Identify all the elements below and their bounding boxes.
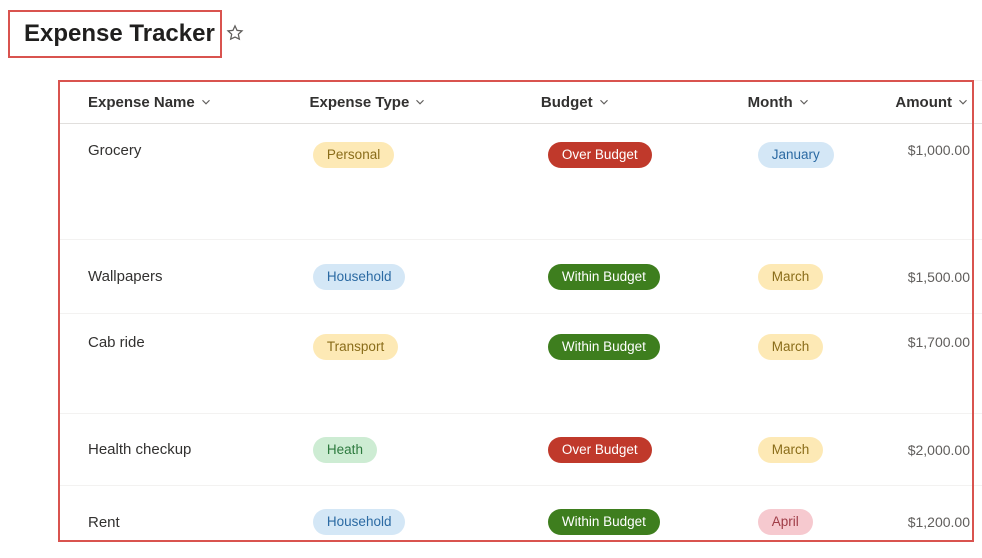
- cell-month: January: [758, 142, 908, 168]
- cell-expense-type: Transport: [313, 334, 548, 360]
- column-header-month[interactable]: Month: [748, 94, 896, 111]
- cell-expense-name: Cab ride: [58, 334, 313, 351]
- chevron-down-icon: [597, 95, 611, 109]
- cell-expense-name: Health checkup: [58, 441, 313, 458]
- budget-badge: Within Budget: [548, 264, 660, 290]
- column-header-label: Expense Type: [310, 94, 410, 111]
- cell-month: March: [758, 334, 908, 360]
- chevron-down-icon: [413, 95, 427, 109]
- cell-amount: $1,500.00: [908, 269, 982, 285]
- cell-amount: $1,000.00: [908, 142, 982, 158]
- month-badge: March: [758, 334, 824, 360]
- cell-expense-type: Household: [313, 264, 548, 290]
- table-row[interactable]: Cab rideTransport Within Budget March $1,70…: [58, 314, 982, 414]
- cell-amount: $2,000.00: [908, 442, 982, 458]
- type-badge: Personal: [313, 142, 394, 168]
- cell-month: April: [758, 509, 908, 535]
- cell-budget: Within Budget: [548, 334, 758, 360]
- cell-expense-type: Heath: [313, 437, 548, 463]
- month-badge: March: [758, 264, 824, 290]
- chevron-down-icon: [956, 95, 970, 109]
- cell-expense-name: Wallpapers: [58, 268, 313, 285]
- table-row[interactable]: RentHousehold Within Budget April $1,200.00: [58, 486, 982, 558]
- cell-budget: Over Budget: [548, 142, 758, 168]
- cell-amount: $1,200.00: [908, 514, 982, 530]
- type-badge: Household: [313, 509, 406, 535]
- star-outline-icon: [225, 23, 245, 46]
- month-badge: April: [758, 509, 813, 535]
- table-row[interactable]: GroceryPersonal Over Budget January $1,000.…: [58, 124, 982, 240]
- column-header-expense-type[interactable]: Expense Type: [310, 94, 541, 111]
- table-row[interactable]: WallpapersHousehold Within Budget March $1,…: [58, 240, 982, 314]
- type-badge: Transport: [313, 334, 398, 360]
- column-header-amount[interactable]: Amount: [895, 94, 982, 111]
- cell-budget: Within Budget: [548, 264, 758, 290]
- column-header-label: Amount: [895, 94, 952, 111]
- cell-month: March: [758, 264, 908, 290]
- type-badge: Household: [313, 264, 406, 290]
- expense-table: Expense Name Expense Type Budget Month: [58, 80, 982, 558]
- cell-expense-type: Personal: [313, 142, 548, 168]
- cell-budget: Over Budget: [548, 437, 758, 463]
- cell-expense-name: Rent: [58, 514, 313, 531]
- column-header-label: Month: [748, 94, 793, 111]
- budget-badge: Within Budget: [548, 509, 660, 535]
- type-badge: Heath: [313, 437, 377, 463]
- chevron-down-icon: [199, 95, 213, 109]
- budget-badge: Over Budget: [548, 437, 652, 463]
- cell-expense-name: Grocery: [58, 142, 313, 159]
- table-row[interactable]: Health checkupHeath Over Budget March $2,00…: [58, 414, 982, 486]
- budget-badge: Within Budget: [548, 334, 660, 360]
- column-header-budget[interactable]: Budget: [541, 94, 748, 111]
- budget-badge: Over Budget: [548, 142, 652, 168]
- month-badge: January: [758, 142, 834, 168]
- page-title: Expense Tracker: [24, 20, 215, 48]
- column-header-expense-name[interactable]: Expense Name: [58, 94, 310, 111]
- column-header-label: Budget: [541, 94, 593, 111]
- month-badge: March: [758, 437, 824, 463]
- favorite-star-button[interactable]: [225, 23, 245, 46]
- cell-budget: Within Budget: [548, 509, 758, 535]
- column-header-label: Expense Name: [88, 94, 195, 111]
- cell-month: March: [758, 437, 908, 463]
- table-header-row: Expense Name Expense Type Budget Month: [58, 80, 982, 124]
- cell-expense-type: Household: [313, 509, 548, 535]
- chevron-down-icon: [797, 95, 811, 109]
- cell-amount: $1,700.00: [908, 334, 982, 350]
